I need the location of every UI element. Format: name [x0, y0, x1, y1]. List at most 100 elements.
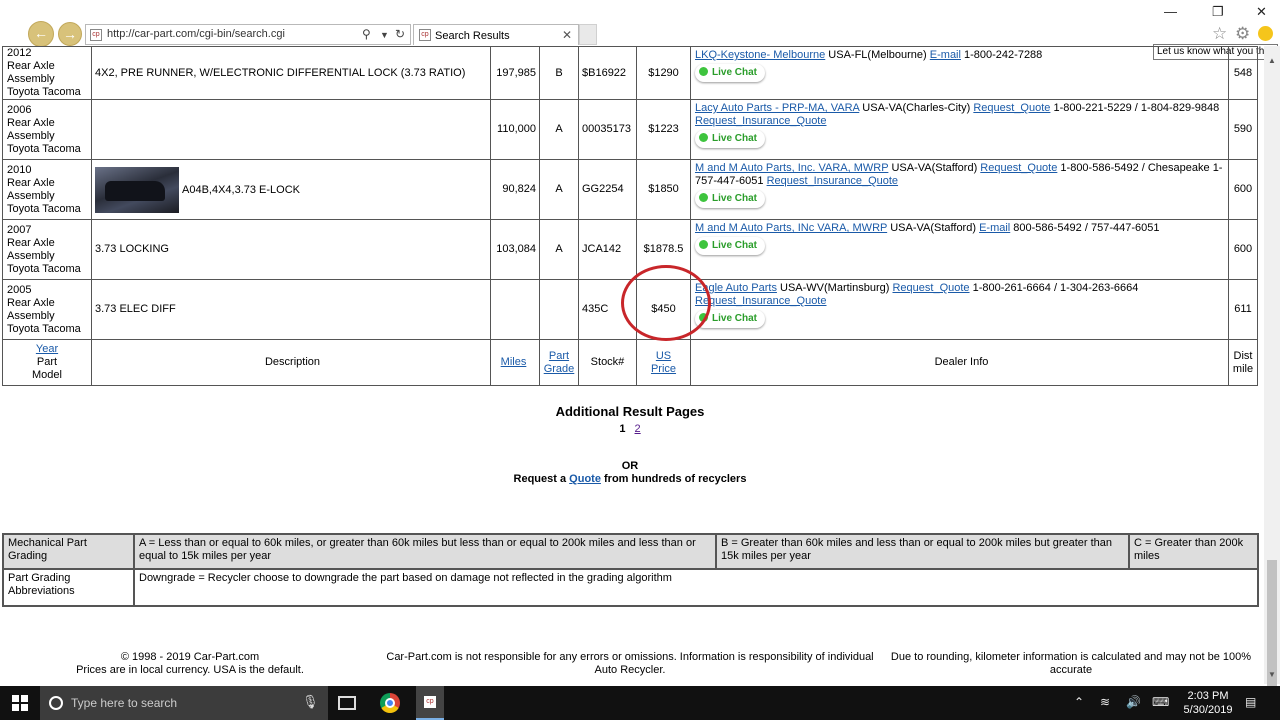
row-description: 3.73 LOCKING — [95, 243, 169, 255]
tray-chevron-icon[interactable]: ⌃ — [1074, 695, 1084, 709]
microphone-icon[interactable]: 🎙 — [302, 694, 319, 710]
minimize-icon[interactable]: — — [1164, 4, 1177, 19]
row-stock: GG2254 — [578, 159, 637, 220]
close-window-icon[interactable]: ✕ — [1256, 4, 1267, 20]
row-stock: 00035173 — [578, 99, 637, 160]
keyboard-icon[interactable]: ⌨ — [1152, 695, 1169, 709]
dealer-contact-link[interactable]: E-mail — [930, 49, 961, 61]
search-placeholder: Type here to search — [71, 696, 178, 710]
results-table: 2012 Rear Axle Assembly Toyota Tacoma 4X2, … — [2, 46, 1258, 386]
table-header-row: Year Part Model Description Miles Part Gr… — [2, 339, 1258, 386]
dealer-contact-link[interactable]: Request_Quote — [973, 102, 1050, 114]
row-stock: JCA142 — [578, 219, 637, 280]
clock[interactable]: 2:03 PM 5/30/2019 — [1180, 689, 1236, 717]
dealer-name-link[interactable]: M and M Auto Parts, Inc. VARA, MWRP — [695, 162, 888, 174]
row-model-cell: 2012 Rear Axle Assembly Toyota Tacoma — [2, 46, 92, 100]
new-tab-button[interactable] — [579, 24, 597, 45]
wifi-icon[interactable]: ≋ — [1100, 695, 1110, 709]
grade-a-definition: A = Less than or equal to 60k miles, or … — [133, 533, 717, 570]
row-dealer-cell: LKQ-Keystone- Melbourne USA-FL(Melbourne… — [690, 46, 1229, 100]
scroll-down-icon[interactable]: ▼ — [1268, 670, 1276, 679]
sort-miles-link[interactable]: Miles — [501, 356, 527, 368]
chat-bubble-icon — [699, 240, 708, 249]
forward-button[interactable]: → — [58, 22, 82, 46]
grade-b-definition: B = Greater than 60k miles and less than… — [715, 533, 1130, 570]
header-model: Model — [32, 369, 62, 381]
chrome-icon[interactable] — [380, 693, 400, 713]
live-chat-button[interactable]: Live Chat — [695, 130, 766, 148]
row-grade: A — [539, 99, 579, 160]
restore-icon[interactable]: ❐ — [1212, 4, 1224, 20]
result-row: 2007 Rear Axle Assembly Toyota Tacoma 3.73 … — [2, 219, 1258, 280]
page-2-link[interactable]: 2 — [635, 423, 641, 435]
volume-icon[interactable]: 🔊 — [1126, 695, 1141, 709]
sort-price-link[interactable]: US Price — [651, 350, 676, 375]
request-quote-text: Request a Quote from hundreds of recycle… — [513, 473, 747, 485]
header-part: Part — [36, 356, 58, 368]
cortana-icon — [49, 696, 63, 710]
refresh-icon[interactable]: ↻ — [395, 27, 405, 41]
notifications-icon[interactable]: ▤ — [1245, 695, 1256, 709]
back-button[interactable]: ← — [28, 21, 54, 47]
chat-bubble-icon — [699, 67, 708, 76]
row-dealer-cell: Eagle Auto Parts USA-WV(Martinsburg) Req… — [690, 279, 1229, 340]
row-distance: 600 — [1228, 219, 1258, 280]
row-description-cell: 4X2, PRE RUNNER, W/ELECTRONIC DIFFERENTI… — [91, 46, 491, 100]
row-grade: B — [539, 46, 579, 100]
dealer-contact-link[interactable]: Request_Quote — [892, 282, 969, 294]
page-1: 1 — [619, 423, 626, 435]
settings-gear-icon[interactable]: ⚙ — [1235, 24, 1250, 44]
header-description: Description — [91, 339, 491, 386]
row-model-cell: 2007 Rear Axle Assembly Toyota Tacoma — [2, 219, 92, 280]
browser-chrome: ← → cp http://car-part.com/cgi-bin/searc… — [0, 0, 1280, 47]
dealer-contact-link[interactable]: E-mail — [979, 222, 1010, 234]
header-stock: Stock# — [578, 339, 637, 386]
quote-link[interactable]: Quote — [569, 473, 601, 485]
row-description: 3.73 ELEC DIFF — [95, 303, 176, 315]
row-description-cell: A04B,4X4,3.73 E-LOCK — [91, 159, 491, 220]
search-icon[interactable]: ⚲ — [362, 27, 371, 41]
vertical-scrollbar[interactable]: ▲ ▼ — [1264, 46, 1280, 696]
dealer-name-link[interactable]: M and M Auto Parts, INc VARA, MWRP — [695, 222, 887, 234]
dropdown-icon[interactable]: ▼ — [380, 30, 389, 40]
part-photo-thumbnail[interactable] — [95, 166, 179, 213]
grade-c-definition: C = Greater than 200k miles — [1128, 533, 1259, 570]
row-distance: 600 — [1228, 159, 1258, 220]
insurance-quote-link[interactable]: Request_Insurance_Quote — [695, 115, 826, 127]
row-description-cell — [91, 99, 491, 160]
dealer-name-link[interactable]: LKQ-Keystone- Melbourne — [695, 49, 825, 61]
sort-grade-link[interactable]: Part Grade — [544, 350, 575, 375]
tab-title: Search Results — [435, 30, 510, 42]
sort-year-link[interactable]: Year — [36, 343, 58, 355]
task-view-icon[interactable] — [338, 696, 356, 710]
row-price: $1850 — [636, 159, 691, 220]
ie-taskbar-icon[interactable]: cp — [416, 686, 444, 720]
additional-pages-title: Additional Result Pages — [555, 404, 705, 419]
scroll-up-icon[interactable]: ▲ — [1268, 56, 1276, 65]
insurance-quote-link[interactable]: Request_Insurance_Quote — [695, 295, 826, 307]
header-dist: Dist mile — [1228, 339, 1258, 386]
chat-bubble-icon — [699, 133, 708, 142]
live-chat-button[interactable]: Live Chat — [695, 64, 766, 82]
close-tab-icon[interactable]: ✕ — [562, 28, 572, 42]
dealer-contact-link[interactable]: Request_Quote — [980, 162, 1057, 174]
result-row: 2010 Rear Axle Assembly Toyota Tacoma A04B,… — [2, 159, 1258, 220]
row-miles: 110,000 — [490, 99, 540, 160]
live-chat-button[interactable]: Live Chat — [695, 190, 766, 208]
windows-start-icon[interactable] — [12, 695, 28, 711]
grading-label: Mechanical Part Grading — [2, 533, 135, 570]
insurance-quote-link[interactable]: Request_Insurance_Quote — [767, 175, 898, 187]
feedback-smiley-icon[interactable] — [1258, 26, 1273, 41]
footer-rounding: Due to rounding, kilometer information i… — [890, 651, 1252, 676]
live-chat-button[interactable]: Live Chat — [695, 237, 766, 255]
downgrade-definition: Downgrade = Recycler choose to downgrade… — [133, 568, 1259, 607]
taskbar: Type here to search 🎙 cp ⌃ ≋ 🔊 ⌨ 2:03 PM… — [0, 686, 1280, 720]
row-grade: A — [539, 159, 579, 220]
taskbar-search[interactable]: Type here to search 🎙 — [40, 686, 328, 720]
header-dealer: Dealer Info — [690, 339, 1229, 386]
row-price: $1290 — [636, 46, 691, 100]
address-bar[interactable]: cp http://car-part.com/cgi-bin/search.cg… — [85, 24, 411, 45]
dealer-name-link[interactable]: Lacy Auto Parts - PRP-MA, VARA — [695, 102, 859, 114]
favorites-star-icon[interactable]: ☆ — [1212, 24, 1227, 44]
browser-tab[interactable]: cp Search Results ✕ — [413, 24, 579, 45]
